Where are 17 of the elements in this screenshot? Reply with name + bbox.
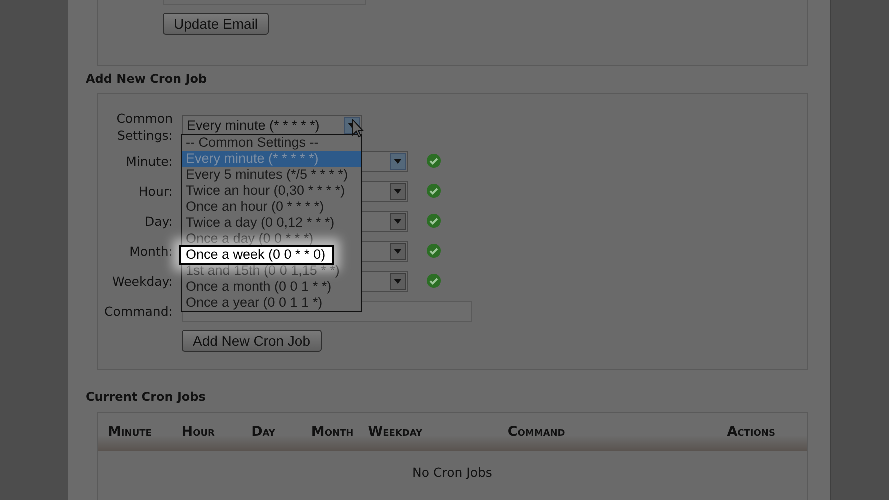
empty-message: No Cron Jobs: [412, 464, 494, 482]
section-heading: Add New Cron Job: [86, 72, 208, 86]
field-label: Weekday:: [111, 272, 173, 290]
field-label: Month:: [128, 242, 173, 260]
field-label: Common Settings:: [116, 110, 173, 144]
column-header: Minute: [107, 422, 153, 442]
column-header: Command: [508, 422, 566, 442]
field-label: Minute:: [125, 152, 173, 170]
field-label: Day:: [144, 212, 173, 230]
column-header: Month: [311, 422, 355, 442]
column-header: Actions: [727, 422, 776, 442]
field-label: Command:: [104, 302, 173, 320]
column-header: Weekday: [368, 422, 424, 442]
section-heading: Current Cron Jobs: [86, 390, 207, 405]
column-header: Day: [252, 422, 276, 442]
field-label: Hour:: [138, 182, 173, 200]
column-header: Hour: [182, 422, 216, 442]
